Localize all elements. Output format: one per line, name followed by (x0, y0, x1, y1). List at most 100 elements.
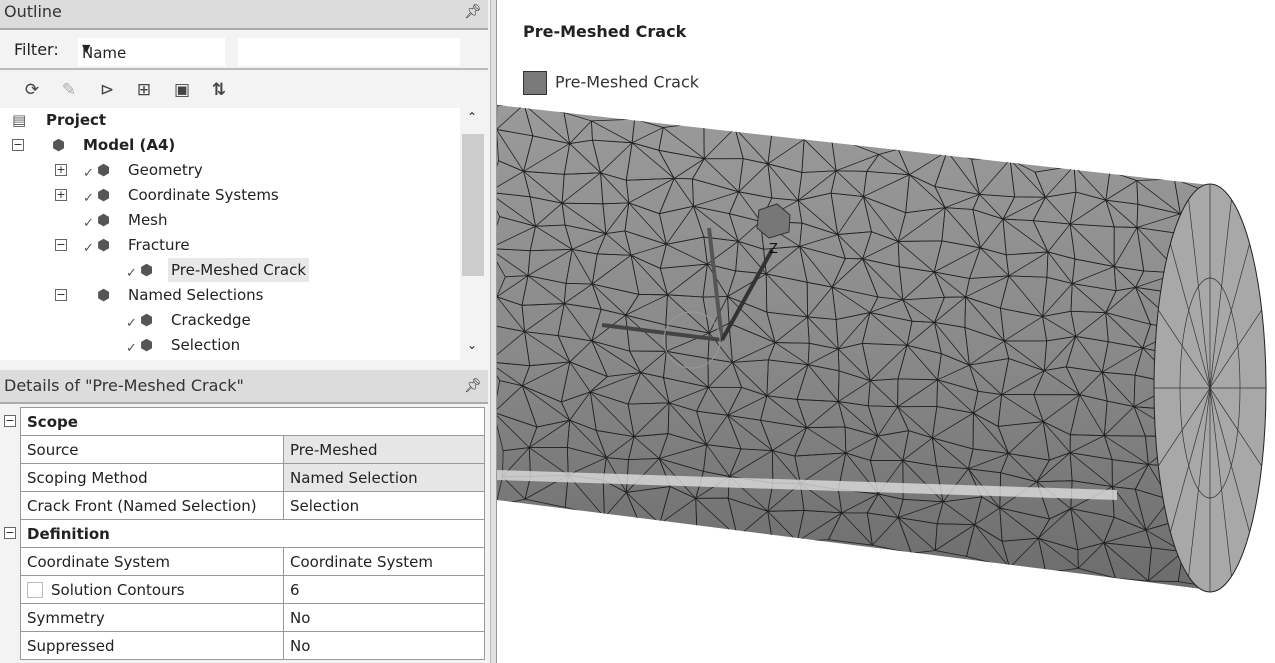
collapse-icon[interactable]: − (12, 139, 24, 151)
filter-select[interactable]: Name ▼ (78, 38, 225, 66)
group-row[interactable]: Scope (20, 407, 485, 436)
tree-item-label: Model (A4) (83, 136, 176, 154)
filter-label: Filter: (14, 40, 59, 59)
property-row[interactable]: Suppressed No (20, 631, 485, 660)
scroll-down-icon[interactable]: ⌄ (467, 338, 477, 352)
model-cube-icon: ⬢ (52, 136, 66, 154)
model-cube-icon: ⬢ (97, 186, 111, 204)
check-icon: ✓ (126, 341, 137, 356)
property-row[interactable]: Scoping Method Named Selection (20, 463, 485, 492)
property-name: Source (20, 435, 284, 464)
expand-icon[interactable]: + (55, 164, 67, 176)
tree-item-label: Crackedge (171, 311, 251, 329)
property-name: Coordinate System (20, 547, 284, 576)
tree-item[interactable]: − ⬢ Model (A4) (0, 133, 460, 157)
graphics-viewport[interactable]: Z Pre-Meshed Crack Pre-Meshed Crack (497, 0, 1275, 663)
model-cube-icon: ⬢ (97, 236, 111, 254)
details-title: Details of "Pre-Meshed Crack" (4, 376, 244, 395)
tree-item[interactable]: ✓ ⬢ Selection (0, 333, 460, 357)
collapse-icon[interactable]: − (4, 415, 16, 427)
property-row[interactable]: Solution Contours 6 (20, 575, 485, 604)
tree-item-label: Named Selections (128, 286, 264, 304)
property-name-text: Symmetry (27, 608, 105, 627)
property-row[interactable]: Crack Front (Named Selection) Selection (20, 491, 485, 520)
property-name: Suppressed (20, 631, 284, 660)
parameter-checkbox[interactable] (27, 582, 43, 598)
mesh-model: Z (497, 105, 1267, 593)
tree-item[interactable]: − ⬢ Named Selections (0, 283, 460, 307)
property-row[interactable]: Coordinate System Coordinate System (20, 547, 485, 576)
pin-icon[interactable]: 📌︎ (464, 378, 482, 394)
property-value[interactable]: 6 (283, 575, 485, 604)
sort-az-icon[interactable]: ⇅ (207, 78, 231, 102)
group-row[interactable]: Definition (20, 519, 485, 548)
property-name: Symmetry (20, 603, 284, 632)
property-value[interactable]: Pre-Meshed (283, 435, 485, 464)
tree-item[interactable]: − ✓ ⬢ Fracture (0, 233, 460, 257)
pin-icon[interactable]: 📌︎ (464, 4, 482, 20)
filter-input[interactable] (238, 38, 460, 66)
tree-scrollbar[interactable]: ⌃ ⌄ (460, 108, 486, 360)
legend-swatch (523, 71, 547, 95)
tree-item[interactable]: ✓ ⬢ Mesh (0, 208, 460, 232)
tree-item[interactable]: ▤ Project (0, 108, 460, 132)
model-cube-icon: ⬢ (97, 161, 111, 179)
model-cube-icon: ⬢ (140, 261, 154, 279)
model-cube-icon: ⬢ (97, 211, 111, 229)
folder-icon[interactable]: ▣ (170, 78, 194, 102)
group-title: Scope (20, 407, 485, 436)
tree-item[interactable]: ✓ ⬢ Pre-Meshed Crack (0, 258, 460, 282)
expand-all-icon[interactable]: ⊞ (132, 78, 156, 102)
outline-tree: ▤ Project − ⬢ Model (A4) + ✓ ⬢ Geometry + ✓ ⬢ Coordi… (0, 108, 460, 360)
details-header: Details of "Pre-Meshed Crack" 📌︎ (0, 370, 488, 404)
legend-label: Pre-Meshed Crack (555, 72, 700, 92)
tree-item-label: Coordinate Systems (128, 186, 279, 204)
property-name-text: Scoping Method (27, 468, 148, 487)
property-name-text: Source (27, 440, 79, 459)
expand-icon[interactable]: + (55, 189, 67, 201)
property-name-text: Coordinate System (27, 552, 170, 571)
tree-item[interactable]: ✓ ⬢ Crackedge (0, 308, 460, 332)
model-cube-icon: ⬢ (140, 311, 154, 329)
property-name: Crack Front (Named Selection) (20, 491, 284, 520)
property-value[interactable]: No (283, 603, 485, 632)
property-value[interactable]: Named Selection (283, 463, 485, 492)
property-name-text: Suppressed (27, 636, 115, 655)
property-name: Scoping Method (20, 463, 284, 492)
property-row[interactable]: Source Pre-Meshed (20, 435, 485, 464)
model-cube-icon: ⬢ (97, 286, 111, 304)
property-name-text: Crack Front (Named Selection) (27, 496, 257, 515)
collapse-icon[interactable]: − (55, 239, 67, 251)
z-axis-label: Z (769, 242, 778, 257)
property-value[interactable]: Selection (283, 491, 485, 520)
tree-item-label: Mesh (128, 211, 168, 229)
property-name: Solution Contours (20, 575, 284, 604)
property-value[interactable]: No (283, 631, 485, 660)
model-cube-icon: ⬢ (140, 336, 154, 354)
tree-item[interactable]: + ✓ ⬢ Coordinate Systems (0, 183, 460, 207)
viewport-title: Pre-Meshed Crack (523, 22, 687, 41)
property-name-text: Solution Contours (51, 580, 185, 599)
chevron-down-icon: ▼ (82, 42, 91, 55)
outline-title: Outline (4, 2, 62, 21)
connection-icon[interactable]: ⊳ (95, 78, 119, 102)
scroll-thumb[interactable] (462, 134, 484, 276)
edit-icon[interactable]: ✎ (57, 78, 81, 102)
refresh-icon[interactable]: ⟳ (20, 78, 44, 102)
filter-bar: Filter: Name ▼ (0, 32, 488, 70)
tree-item[interactable]: + ✓ ⬢ Geometry (0, 158, 460, 182)
panel-splitter[interactable] (490, 0, 497, 663)
outline-toolbar: ⟳ ✎ ⊳ ⊞ ▣ ⇅ (0, 72, 488, 108)
scroll-up-icon[interactable]: ⌃ (467, 110, 477, 124)
outline-header: Outline 📌︎ (0, 0, 488, 30)
cylinder-body (497, 105, 1210, 590)
collapse-icon[interactable]: − (4, 527, 16, 539)
tree-item-label: Geometry (128, 161, 203, 179)
project-icon: ▤ (12, 111, 27, 129)
collapse-icon[interactable]: − (55, 289, 67, 301)
property-value[interactable]: Coordinate System (283, 547, 485, 576)
tree-item-label: Project (46, 111, 107, 129)
left-panel: Outline 📌︎ Filter: Name ▼ ⟳ ✎ ⊳ ⊞ ▣ ⇅ ▤ Pr… (0, 0, 490, 663)
tree-item-label: Pre-Meshed Crack (168, 258, 310, 282)
property-row[interactable]: Symmetry No (20, 603, 485, 632)
